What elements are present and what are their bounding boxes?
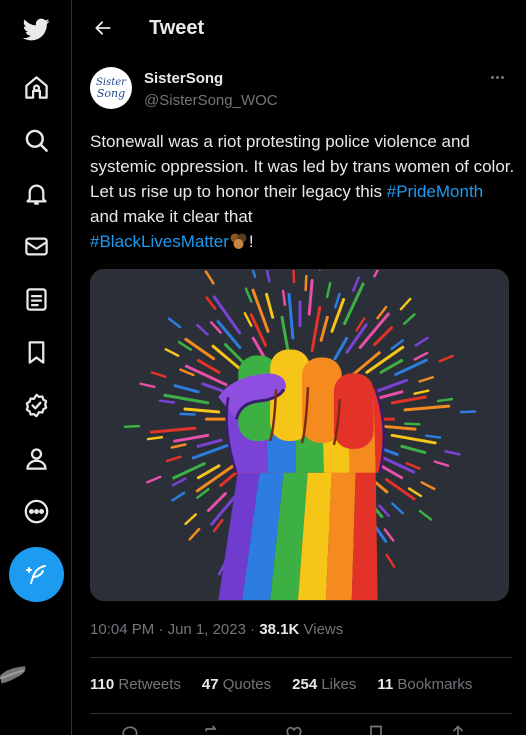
- compose-tweet-icon: [25, 564, 46, 584]
- share-icon: [453, 725, 463, 735]
- bookmark-button[interactable]: [366, 724, 388, 735]
- twitter-logo-icon[interactable]: [13, 6, 59, 52]
- page-header: Tweet: [73, 0, 526, 56]
- lists-icon[interactable]: [13, 276, 59, 322]
- more-icon[interactable]: [13, 488, 59, 534]
- burst-ray: [404, 422, 421, 426]
- divider: [90, 657, 512, 658]
- account-switcher[interactable]: [0, 662, 72, 720]
- tweet-author: Sister Song SisterSong @SisterSong_WOC: [90, 67, 512, 113]
- avatar-text-top: Sister: [96, 76, 126, 88]
- likes-label: Likes: [321, 676, 357, 693]
- tweet-detail-column: Tweet Sister Song SisterSong @SisterSong…: [73, 0, 526, 735]
- tweet-body: Stonewall was a riot protesting police v…: [90, 129, 515, 254]
- burst-ray: [304, 274, 308, 292]
- author-display-name[interactable]: SisterSong: [144, 70, 223, 87]
- likes-stat[interactable]: 254 Likes: [292, 676, 356, 693]
- bookmarks-stat[interactable]: 11 Bookmarks: [377, 676, 472, 693]
- meta-separator: ·: [250, 621, 256, 638]
- share-button[interactable]: [448, 724, 470, 735]
- views-label: Views: [303, 621, 344, 638]
- burst-ray: [179, 412, 196, 416]
- dot: [495, 75, 499, 79]
- engagement-stats: 110 Retweets 47 Quotes 254 Likes 11 Book…: [90, 676, 493, 693]
- bookmarks-icon[interactable]: [13, 329, 59, 375]
- reply-icon: [122, 726, 138, 735]
- views-count: 38.1K: [259, 621, 300, 638]
- retweet-button[interactable]: [202, 724, 224, 735]
- sidebar-nav: [0, 0, 72, 735]
- fist-illustration: [218, 349, 385, 600]
- profile-icon[interactable]: [13, 435, 59, 481]
- tweet-date[interactable]: Jun 1, 2023: [168, 621, 246, 638]
- retweets-count: 110: [90, 676, 115, 693]
- quotes-stat[interactable]: 47 Quotes: [202, 676, 271, 693]
- burst-ray: [292, 270, 296, 284]
- heart-icon: [286, 726, 302, 735]
- reply-button[interactable]: [120, 724, 142, 735]
- bookmark-icon: [370, 725, 382, 735]
- retweets-label: Retweets: [118, 676, 181, 693]
- tweet-actions-bar: [90, 724, 512, 735]
- dot: [500, 75, 504, 79]
- more-options-button[interactable]: [486, 69, 508, 85]
- back-button[interactable]: [91, 16, 115, 40]
- quotes-label: Quotes: [222, 676, 272, 693]
- tweet-time[interactable]: 10:04 PM: [90, 621, 154, 638]
- retweets-stat[interactable]: 110 Retweets: [90, 676, 181, 693]
- compose-tweet-button[interactable]: [9, 547, 64, 602]
- like-button[interactable]: [284, 724, 306, 735]
- retweet-icon: [205, 725, 217, 732]
- hashtag-link[interactable]: #BlackLivesMatter: [90, 232, 229, 251]
- author-handle[interactable]: @SisterSong_WOC: [144, 92, 278, 109]
- meta-separator: ·: [158, 621, 164, 638]
- tweet-text-part: !: [248, 232, 254, 251]
- notifications-icon[interactable]: [13, 170, 59, 216]
- burst-ray: [123, 424, 141, 428]
- dot: [490, 75, 494, 79]
- page-title: Tweet: [149, 16, 205, 39]
- avatar[interactable]: Sister Song: [90, 67, 132, 109]
- home-icon[interactable]: [13, 64, 59, 110]
- tweet-metadata: 10:04 PM · Jun 1, 2023 · 38.1K Views: [90, 621, 343, 638]
- explore-icon[interactable]: [13, 117, 59, 163]
- quotes-count: 47: [201, 676, 219, 693]
- verified-icon[interactable]: [13, 382, 59, 428]
- burst-ray: [459, 410, 477, 414]
- tweet-image[interactable]: [90, 269, 509, 601]
- raised-fist-emoji-icon: [230, 233, 247, 249]
- bookmarks-count: 11: [377, 676, 394, 693]
- messages-icon[interactable]: [13, 223, 59, 269]
- tweet-text-part: and make it clear that: [90, 207, 253, 226]
- avatar-text-bottom: Song: [96, 86, 126, 100]
- likes-count: 254: [292, 676, 318, 693]
- bookmarks-label: Bookmarks: [397, 676, 473, 693]
- rainbow-fist-image: [91, 270, 508, 600]
- hashtag-link[interactable]: #PrideMonth: [387, 182, 483, 201]
- divider: [90, 713, 512, 714]
- arrow-left-icon: [95, 21, 111, 35]
